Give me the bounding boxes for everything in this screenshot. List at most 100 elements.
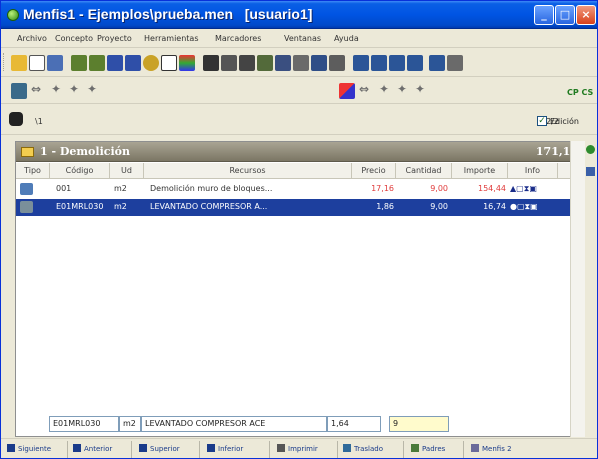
panel-header: 1 - Demolición 171,18 [16, 142, 584, 162]
precio-field[interactable]: 1,64 [327, 416, 381, 432]
cantidad-field[interactable]: 9 [389, 416, 449, 432]
col-ud[interactable]: Ud [110, 163, 144, 179]
main-toolbar [1, 49, 597, 77]
table-icon[interactable] [275, 55, 291, 71]
menu-marcadores[interactable]: Marcadores [215, 34, 261, 43]
tiles-icon[interactable] [371, 55, 387, 71]
pig-icon[interactable] [221, 55, 237, 71]
menu-proyecto[interactable]: Proyecto [97, 34, 132, 43]
list-icon[interactable] [407, 55, 423, 71]
copy-icon[interactable] [71, 55, 87, 71]
cell-cantidad: 9,00 [430, 184, 448, 193]
maximize-button[interactable]: □ [555, 5, 575, 25]
app2-icon [471, 444, 479, 452]
cell-codigo: 001 [56, 184, 72, 193]
separator [199, 441, 200, 458]
grid-icon[interactable] [311, 55, 327, 71]
cell-codigo: E01MRL030 [56, 202, 104, 211]
tree-view-icon[interactable] [11, 83, 27, 99]
table-row-selected[interactable]: E01MRL030 m2 LEVANTADO COMPRESOR A... 1,… [16, 199, 584, 216]
next2-icon[interactable]: ✦ [397, 82, 407, 96]
imprimir-button[interactable]: Imprimir [277, 442, 318, 457]
col-info[interactable]: Info [508, 163, 558, 179]
binoculars-icon[interactable] [9, 112, 23, 126]
vertical-scrollbar[interactable] [570, 141, 585, 437]
layout-icon[interactable] [429, 55, 445, 71]
ud-field[interactable]: m2 [119, 416, 141, 432]
close-button[interactable]: × [576, 5, 596, 25]
measure-icon[interactable] [257, 55, 273, 71]
inferior-button[interactable]: Inferior [207, 442, 243, 457]
info-icons[interactable]: ▲▢⧗▣ [510, 184, 558, 194]
info-icons[interactable]: ●▢⧗▣ [510, 202, 558, 212]
save-icon[interactable] [47, 55, 63, 71]
bottom-button-bar: Siguiente Anterior Superior Inferior Imp… [1, 438, 597, 459]
col-tipo[interactable]: Tipo [16, 163, 50, 179]
col-recursos[interactable]: Recursos [144, 163, 352, 179]
grid-small-icon[interactable] [586, 167, 595, 176]
title-bar[interactable]: Menfis1 - Ejemplos\prueba.men [usuario1]… [1, 1, 597, 29]
page-icon[interactable] [161, 55, 177, 71]
superior-button[interactable]: Superior [139, 442, 180, 457]
menu-ventanas[interactable]: Ventanas [284, 34, 321, 43]
new-icon[interactable] [29, 55, 45, 71]
search-text: \1 [35, 117, 43, 126]
col-precio[interactable]: Precio [352, 163, 396, 179]
first-icon[interactable]: ⇔ [31, 82, 41, 96]
first2-icon[interactable]: ⇔ [359, 82, 369, 96]
siguiente-button[interactable]: Siguiente [7, 442, 51, 457]
transfer-icon [343, 444, 351, 452]
traslado-label: Traslado [354, 445, 384, 453]
anterior-button[interactable]: Anterior [73, 442, 112, 457]
link-icon[interactable] [353, 55, 369, 71]
star-icon [7, 444, 15, 452]
col-cantidad[interactable]: Cantidad [396, 163, 452, 179]
book-icon[interactable] [293, 55, 309, 71]
col-importe[interactable]: Importe [452, 163, 508, 179]
v-tilde-icon[interactable] [125, 55, 141, 71]
tree-icon [411, 444, 419, 452]
traslado-button[interactable]: Traslado [343, 442, 383, 457]
toolbar-grip[interactable] [3, 53, 6, 71]
prev-icon[interactable]: ✦ [51, 82, 61, 96]
tree-icon[interactable] [203, 55, 219, 71]
descripcion-field[interactable]: LEVANTADO COMPRESOR ACE [141, 416, 327, 432]
cell-ud: m2 [114, 184, 127, 193]
folder-icon [21, 147, 34, 157]
column-headers: Tipo Código Ud Recursos Precio Cantidad … [16, 163, 584, 179]
separator [403, 441, 404, 458]
menu-concepto[interactable]: Concepto [55, 34, 93, 43]
calc-icon[interactable] [239, 55, 255, 71]
next-icon[interactable]: ✦ [69, 82, 79, 96]
open-icon[interactable] [11, 55, 27, 71]
paste-icon[interactable] [89, 55, 105, 71]
windows-icon[interactable] [389, 55, 405, 71]
sun-icon[interactable] [143, 55, 159, 71]
menfis2-label: Menfis 2 [482, 445, 512, 453]
edicion-checkbox[interactable]: ✓ [537, 116, 547, 126]
cp-cs-labels[interactable]: CP CS [567, 88, 593, 97]
last-icon[interactable]: ✦ [87, 82, 97, 96]
color-icon[interactable] [179, 55, 195, 71]
padres-button[interactable]: Padres [411, 442, 445, 457]
menfis2-button[interactable]: Menfis 2 [471, 442, 512, 457]
v-icon[interactable] [107, 55, 123, 71]
green-dot-icon[interactable] [586, 145, 595, 154]
codigo-field[interactable]: E01MRL030 [49, 416, 119, 432]
lock-icon[interactable] [329, 55, 345, 71]
menu-ayuda[interactable]: Ayuda [334, 34, 359, 43]
menu-archivo[interactable]: Archivo [17, 34, 47, 43]
menu-herramientas[interactable]: Herramientas [144, 34, 199, 43]
minimize-button[interactable]: _ [534, 5, 554, 25]
last2-icon[interactable]: ✦ [415, 82, 425, 96]
prev2-icon[interactable]: ✦ [379, 82, 389, 96]
edit-strip: E01MRL030 m2 LEVANTADO COMPRESOR ACE 1,6… [15, 414, 575, 434]
table-row[interactable]: 001 m2 Demolición muro de bloques... 17,… [16, 181, 584, 198]
star-icon [207, 444, 215, 452]
panel-title: 1 - Demolición [40, 145, 130, 158]
superior-label: Superior [150, 445, 180, 453]
app-window: Menfis1 - Ejemplos\prueba.men [usuario1]… [0, 0, 598, 459]
stamp-icon[interactable] [447, 55, 463, 71]
col-codigo[interactable]: Código [50, 163, 110, 179]
flag-icon[interactable] [339, 83, 355, 99]
